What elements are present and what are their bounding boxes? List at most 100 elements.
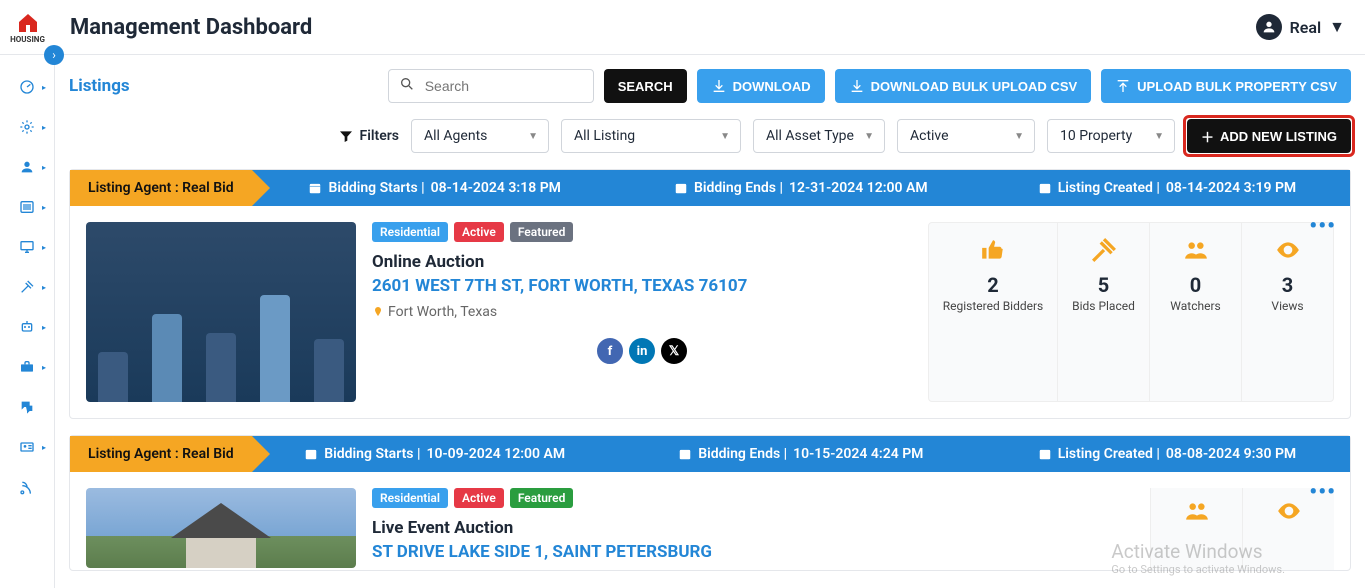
house-icon	[161, 498, 281, 568]
blog-icon	[19, 479, 35, 495]
listing-agent-label: Listing Agent : Real Bid	[70, 436, 252, 472]
badge-featured: Featured	[510, 488, 574, 508]
bidding-ends: Bidding Ends | 12-31-2024 12:00 AM	[618, 170, 984, 206]
caret-down-icon: ▼	[864, 131, 874, 142]
bidding-starts: Bidding Starts | 10-09-2024 12:00 AM	[252, 436, 618, 472]
listing-stats	[1150, 488, 1334, 570]
filter-listing-select[interactable]: All Listing▼	[561, 119, 741, 153]
calendar-icon	[674, 181, 688, 195]
stat-watchers	[1150, 488, 1242, 570]
listing-created: Listing Created | 08-14-2024 3:19 PM	[984, 170, 1350, 206]
listing-address[interactable]: 2601 WEST 7TH ST, FORT WORTH, TEXAS 7610…	[372, 276, 912, 296]
badge-featured: Featured	[510, 222, 574, 242]
sidebar: › ▸ ▸ ▸ ▸ ▸ ▸ ▸ ▸	[0, 55, 55, 588]
brand-logo: HOUSING	[0, 11, 55, 44]
sidebar-card[interactable]: ▸	[0, 439, 54, 455]
sidebar-chat[interactable]	[0, 399, 54, 415]
gavel-icon	[19, 279, 35, 295]
eye-icon	[1273, 237, 1303, 263]
listing-thumbnail[interactable]	[86, 488, 356, 568]
filter-perpage-select[interactable]: 10 Property▼	[1047, 119, 1175, 153]
sidebar-monitor[interactable]: ▸	[0, 239, 54, 255]
facebook-icon[interactable]: f	[597, 338, 623, 364]
caret-down-icon: ▼	[720, 131, 730, 142]
listing-card: Listing Agent : Real Bid Bidding Starts …	[69, 435, 1351, 571]
listing-type: Online Auction	[372, 252, 912, 272]
filter-asset-type-select[interactable]: All Asset Type▼	[753, 119, 885, 153]
gauge-icon	[19, 79, 35, 95]
badge-residential: Residential	[372, 222, 448, 242]
bidding-ends: Bidding Ends | 10-15-2024 4:24 PM	[618, 436, 984, 472]
download-button[interactable]: DOWNLOAD	[697, 69, 825, 103]
monitor-icon	[19, 239, 35, 255]
listing-address[interactable]: ST DRIVE LAKE SIDE 1, SAINT PETERSBURG	[372, 542, 1134, 562]
calendar-icon	[308, 181, 322, 195]
page-title: Management Dashboard	[70, 15, 312, 40]
calendar-icon	[678, 447, 692, 461]
robot-icon	[19, 319, 35, 335]
x-twitter-icon[interactable]: 𝕏	[661, 338, 687, 364]
logo-text: HOUSING	[10, 35, 45, 44]
plus-icon: ＋	[1201, 127, 1214, 146]
listing-location: Fort Worth, Texas	[372, 304, 912, 320]
download-icon	[849, 78, 865, 94]
sidebar-dashboard[interactable]: ▸	[0, 79, 54, 95]
listing-stats: 2 Registered Bidders 5 Bids Placed 0 Wat…	[928, 222, 1334, 402]
sidebar-expand-toggle[interactable]: ›	[44, 45, 64, 65]
badge-active: Active	[454, 222, 504, 242]
user-name: Real	[1290, 18, 1322, 37]
stat-bids-placed: 5 Bids Placed	[1057, 223, 1149, 401]
bidding-starts: Bidding Starts | 08-14-2024 3:18 PM	[252, 170, 618, 206]
sidebar-blog[interactable]	[0, 479, 54, 495]
listing-type: Live Event Auction	[372, 518, 1134, 538]
gavel-icon	[1089, 237, 1119, 263]
badge-residential: Residential	[372, 488, 448, 508]
upload-bulk-csv-button[interactable]: UPLOAD BULK PROPERTY CSV	[1101, 69, 1351, 103]
user-icon	[19, 159, 35, 175]
user-avatar-icon	[1256, 14, 1282, 40]
calendar-icon	[1038, 181, 1052, 195]
user-menu[interactable]: Real ▼	[1256, 14, 1345, 40]
search-box[interactable]	[388, 69, 594, 103]
sidebar-bot[interactable]: ▸	[0, 319, 54, 335]
stat-registered-bidders: 2 Registered Bidders	[929, 223, 1057, 401]
thumb-up-check-icon	[978, 237, 1008, 263]
calendar-icon	[1038, 447, 1052, 461]
id-card-icon	[19, 439, 35, 455]
house-logo-icon	[16, 11, 40, 35]
filter-icon	[338, 128, 354, 144]
eye-icon	[1274, 498, 1304, 524]
filter-status-select[interactable]: Active▼	[897, 119, 1035, 153]
sidebar-settings[interactable]: ▸	[0, 119, 54, 135]
card-menu-dots[interactable]: •••	[1309, 482, 1336, 504]
pin-icon	[372, 305, 384, 319]
download-bulk-csv-button[interactable]: DOWNLOAD BULK UPLOAD CSV	[835, 69, 1092, 103]
search-button[interactable]: SEARCH	[604, 69, 687, 103]
listing-thumbnail[interactable]	[86, 222, 356, 402]
add-new-listing-button[interactable]: ＋ ADD NEW LISTING	[1187, 119, 1351, 153]
linkedin-icon[interactable]: in	[629, 338, 655, 364]
sidebar-briefcase[interactable]: ▸	[0, 359, 54, 375]
list-icon	[19, 199, 35, 215]
upload-icon	[1115, 78, 1131, 94]
search-input[interactable]	[425, 78, 594, 94]
group-icon	[1182, 498, 1212, 524]
badge-active: Active	[454, 488, 504, 508]
gear-icon	[19, 119, 35, 135]
listing-created: Listing Created | 08-08-2024 9:30 PM	[984, 436, 1350, 472]
listing-agent-label: Listing Agent : Real Bid	[70, 170, 252, 206]
sidebar-listings[interactable]: ▸	[0, 199, 54, 215]
briefcase-icon	[19, 359, 35, 375]
sidebar-users[interactable]: ▸	[0, 159, 54, 175]
calendar-icon	[304, 447, 318, 461]
caret-down-icon: ▼	[528, 131, 538, 142]
caret-down-icon: ▼	[1329, 17, 1345, 37]
filters-label: Filters	[338, 128, 399, 144]
main-panel: Listings SEARCH DOWNLOAD DOWNLOAD BULK U…	[55, 55, 1365, 588]
listing-card: Listing Agent : Real Bid Bidding Starts …	[69, 169, 1351, 419]
filter-agents-select[interactable]: All Agents▼	[411, 119, 549, 153]
caret-down-icon: ▼	[1154, 131, 1164, 142]
caret-down-icon: ▼	[1014, 131, 1024, 142]
card-menu-dots[interactable]: •••	[1309, 216, 1336, 238]
sidebar-auctions[interactable]: ▸	[0, 279, 54, 295]
